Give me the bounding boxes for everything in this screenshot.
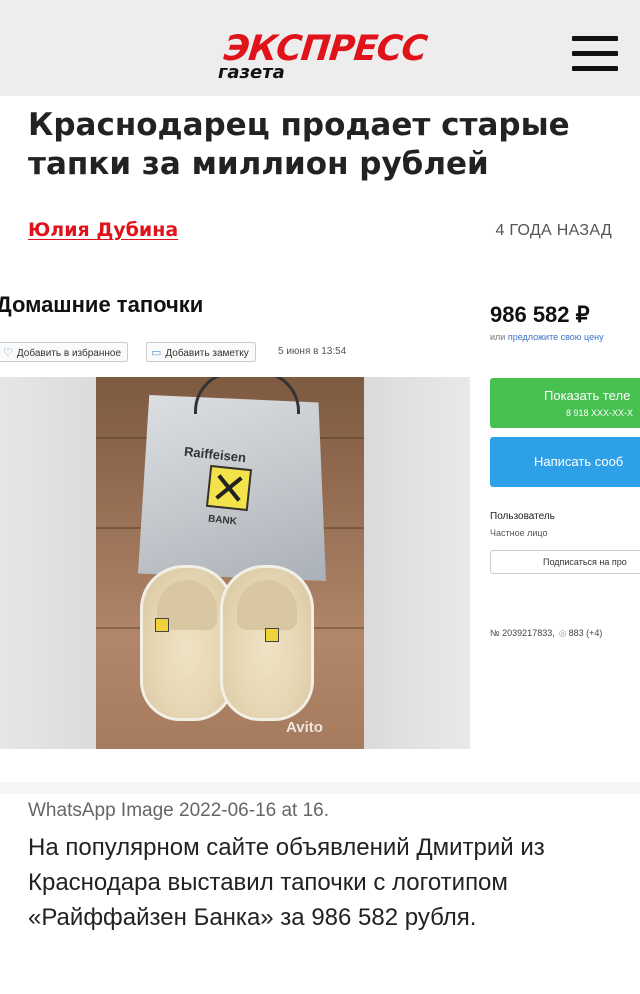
raiffeisen-logo-icon: [205, 464, 253, 512]
note-icon: ▭: [151, 347, 162, 359]
author-link[interactable]: Юлия Дубина: [28, 219, 178, 241]
logo-sub-text: газета: [218, 62, 285, 83]
article-lede: На популярном сайте объявлений Дмитрий и…: [28, 834, 545, 931]
publish-time: 4 ГОДА НАЗАД: [495, 222, 612, 239]
price-offer-line: или предложите свою цену: [490, 332, 604, 342]
add-note-button: ▭ Добавить заметку: [146, 342, 256, 362]
eye-icon: ◎: [558, 628, 567, 638]
view-count: 883 (+4): [568, 628, 603, 638]
image-caption: WhatsApp Image 2022-06-16 at 16.: [28, 800, 330, 821]
site-header: ЭКСПРЕСС газета: [0, 0, 640, 96]
article-image: Домашние тапочки ♡ Добавить в избранное ▭…: [0, 262, 640, 782]
write-message-button: Написать сооб: [490, 437, 640, 487]
right-slipper: [220, 565, 314, 721]
caption-divider: [0, 782, 640, 794]
show-phone-button: Показать теле 8 918 XXX-XX-X: [490, 378, 640, 428]
add-to-favorites-label: Добавить в избранное: [16, 348, 122, 359]
price-offer-link: предложите свою цену: [507, 332, 604, 342]
show-phone-label: Показать теле: [544, 388, 631, 403]
bag-handle: [194, 377, 300, 414]
subscribe-button: Подписаться на про: [490, 550, 640, 574]
slipper-badge-icon: [265, 628, 279, 642]
ad-date: 5 июня в 13:54: [278, 346, 347, 357]
ad-number: № 2039217833,: [490, 628, 555, 638]
ad-title: Домашние тапочки: [0, 292, 204, 317]
add-to-favorites-button: ♡ Добавить в избранное: [0, 342, 129, 362]
slippers-photo: Raiffeisen BANK Avito: [96, 377, 364, 749]
phone-number: 8 918 XXX-XX-X: [566, 408, 634, 418]
seller-label: Пользователь: [490, 511, 555, 522]
slipper-badge-icon: [155, 618, 169, 632]
hamburger-menu-icon[interactable]: [572, 36, 618, 72]
article-title: Краснодарец продает старые тапки за милл…: [28, 107, 570, 182]
price-offer-prefix: или: [490, 332, 506, 342]
site-logo[interactable]: ЭКСПРЕСС газета: [218, 29, 428, 84]
add-note-label: Добавить заметку: [165, 348, 249, 359]
ad-price: 986 582 ₽: [490, 302, 590, 327]
ad-number-line: № 2039217833, ◎ 883 (+4): [490, 628, 602, 639]
seller-type: Частное лицо: [490, 528, 548, 538]
heart-icon: ♡: [3, 347, 13, 359]
avito-watermark: Avito: [286, 719, 323, 736]
